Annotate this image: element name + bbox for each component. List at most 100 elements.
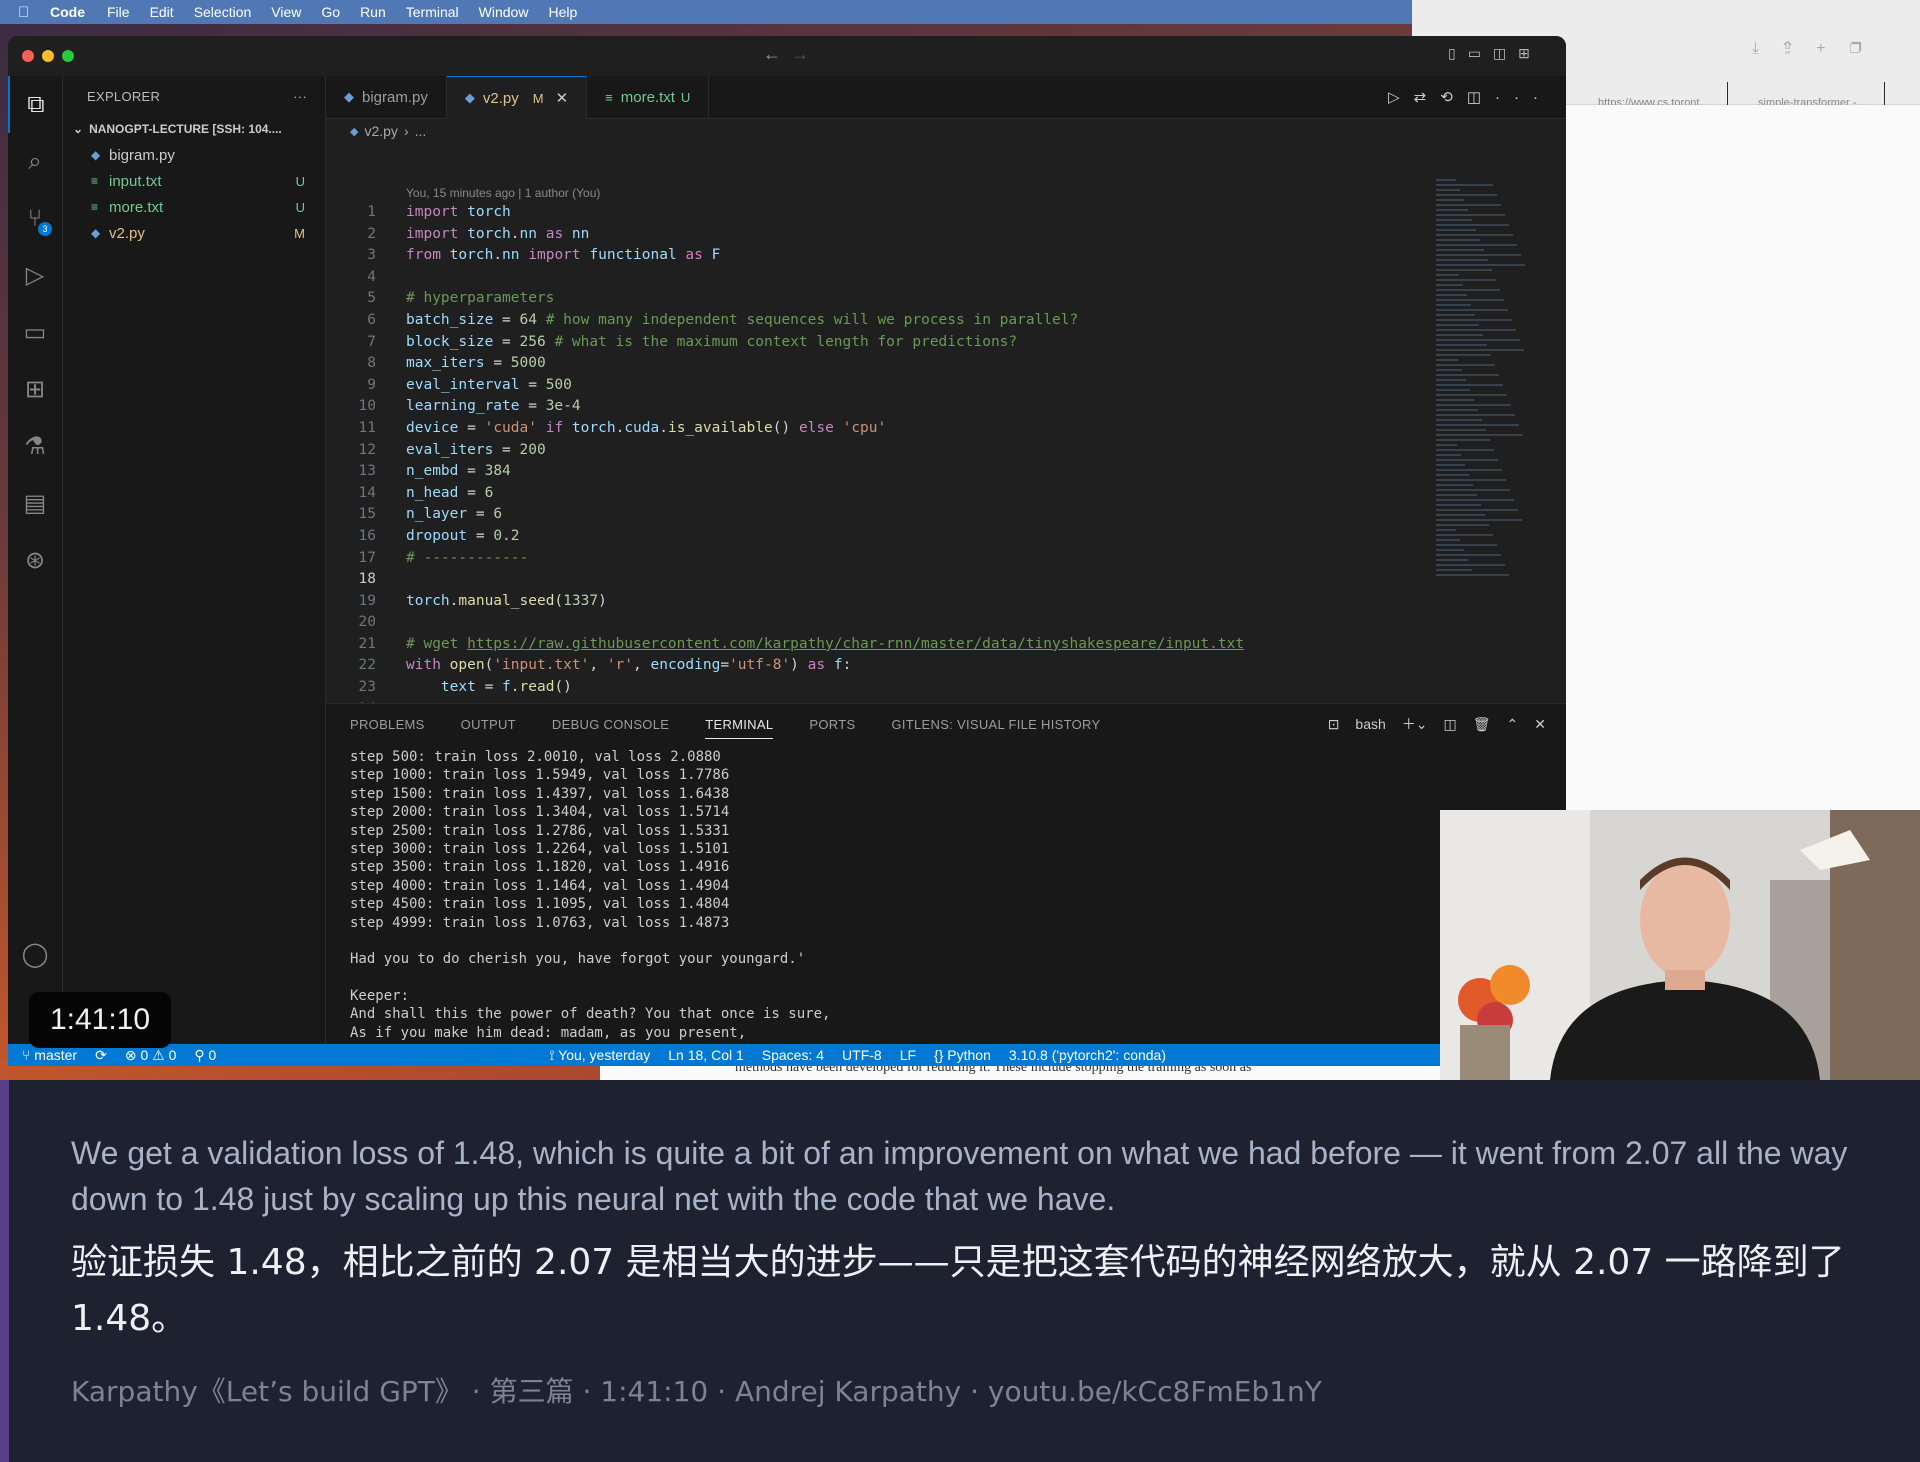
account-icon[interactable]: ◯ <box>8 926 62 983</box>
menu-go[interactable]: Go <box>321 4 340 20</box>
more-actions-icon[interactable]: ··· <box>293 89 307 104</box>
code-line[interactable]: 12 eval_iters = 200 <box>326 440 1426 462</box>
branch-status[interactable]: ⑂ master <box>22 1047 77 1063</box>
code-line[interactable]: 13 n_embd = 384 <box>326 461 1426 483</box>
terminal-output[interactable]: step 500: train loss 2.0010, val loss 2.… <box>350 748 830 1042</box>
code-line[interactable]: 5 # hyperparameters <box>326 288 1426 310</box>
more-actions-icon[interactable]: ··· <box>1495 89 1552 106</box>
menu-terminal[interactable]: Terminal <box>406 4 459 20</box>
code-line[interactable]: 21 # wget https://raw.githubusercontent.c… <box>326 634 1426 656</box>
tab-debug-console[interactable]: DEBUG CONSOLE <box>552 717 669 732</box>
explorer-icon[interactable]: ⧉ <box>8 76 62 133</box>
code-line[interactable]: 23 text = f.read() <box>326 677 1426 699</box>
code-line[interactable]: 20 <box>326 612 1426 634</box>
split-editor-icon[interactable]: ◫ <box>1467 88 1495 106</box>
code-line[interactable]: 19 torch.manual_seed(1337) <box>326 591 1426 613</box>
tab-problems[interactable]: PROBLEMS <box>350 717 425 732</box>
code-line[interactable]: 16 dropout = 0.2 <box>326 526 1426 548</box>
apple-icon[interactable]:  <box>18 4 40 21</box>
browser-toolbar-icons[interactable]: ⤓⇪+❐ <box>1752 40 1886 58</box>
code-line[interactable]: 17 # ------------ <box>326 548 1426 570</box>
navigation-arrows[interactable]: ← → <box>763 44 809 65</box>
interpreter-status[interactable]: 3.10.8 ('pytorch2': conda) <box>1009 1047 1166 1063</box>
menu-edit[interactable]: Edit <box>150 4 174 20</box>
file-item-input[interactable]: ≡ input.txt U <box>63 168 325 194</box>
git-blame-annotation[interactable]: You, 15 minutes ago | 1 author (You) <box>406 186 600 200</box>
code-line[interactable]: 9 eval_interval = 500 <box>326 375 1426 397</box>
open-changes-icon[interactable]: ⟲ <box>1440 88 1467 106</box>
indentation-status[interactable]: Spaces: 4 <box>762 1047 824 1063</box>
webcam-person-image <box>1440 810 1920 1080</box>
minimap-line <box>1436 254 1521 256</box>
split-terminal-icon[interactable]: ◫ <box>1444 716 1457 733</box>
run-debug-icon[interactable]: ▷ <box>8 247 62 304</box>
tab-bigram[interactable]: ◆ bigram.py <box>326 76 447 118</box>
tab-more[interactable]: ≡ more.txt U <box>587 76 710 118</box>
trash-icon[interactable]: 🗑 <box>1473 716 1491 733</box>
ports-status[interactable]: ⚲ 0 <box>194 1047 216 1064</box>
extensions-icon[interactable]: ⊞ <box>8 361 62 418</box>
tab-output[interactable]: OUTPUT <box>461 717 516 732</box>
tab-ports[interactable]: PORTS <box>809 717 855 732</box>
eol-status[interactable]: LF <box>900 1047 916 1063</box>
terminal-actions: ⊡ bash ＋⌄ ◫ 🗑 ⌃ ✕ <box>1328 714 1546 734</box>
code-line[interactable]: 10 learning_rate = 3e-4 <box>326 396 1426 418</box>
code-line[interactable]: 7 block_size = 256 # what is the maximum … <box>326 332 1426 354</box>
code-editor[interactable]: 1 import torch 2 import torch.nn as nn 3 from… <box>326 202 1426 720</box>
sync-icon[interactable]: ⟳ <box>95 1047 107 1064</box>
code-line[interactable]: 4 <box>326 267 1426 289</box>
search-icon[interactable]: ⌕ <box>8 133 62 190</box>
minimize-window-button[interactable] <box>42 50 54 62</box>
menu-run[interactable]: Run <box>360 4 386 20</box>
file-item-more[interactable]: ≡ more.txt U <box>63 194 325 220</box>
close-window-button[interactable] <box>22 50 34 62</box>
notebook-icon[interactable]: ▤ <box>8 475 62 532</box>
language-label: Python <box>947 1047 991 1063</box>
code-line[interactable]: 1 import torch <box>326 202 1426 224</box>
menu-help[interactable]: Help <box>548 4 577 20</box>
tab-terminal[interactable]: TERMINAL <box>705 717 774 739</box>
zoom-window-button[interactable] <box>62 50 74 62</box>
language-status[interactable]: {} Python <box>934 1047 991 1063</box>
encoding-status[interactable]: UTF-8 <box>842 1047 882 1063</box>
new-terminal-icon[interactable]: ＋⌄ <box>1402 714 1428 734</box>
gitlens-icon[interactable]: ⊛ <box>8 532 62 589</box>
compare-changes-icon[interactable]: ⇄ <box>1414 88 1441 106</box>
cursor-position[interactable]: Ln 18, Col 1 <box>668 1047 744 1063</box>
menubar-app-name[interactable]: Code <box>50 4 85 20</box>
code-line[interactable]: 15 n_layer = 6 <box>326 504 1426 526</box>
menu-file[interactable]: File <box>107 4 130 20</box>
menu-selection[interactable]: Selection <box>194 4 252 20</box>
code-line[interactable]: 22 with open('input.txt', 'r', encoding='… <box>326 655 1426 677</box>
tab-v2[interactable]: ◆ v2.py M ✕ <box>446 76 588 119</box>
run-file-icon[interactable]: ▷ <box>1388 88 1414 106</box>
code-line[interactable]: 2 import torch.nn as nn <box>326 224 1426 246</box>
breadcrumb-symbol[interactable]: ... <box>415 123 427 139</box>
menu-window[interactable]: Window <box>479 4 529 20</box>
maximize-panel-icon[interactable]: ⌃ <box>1507 716 1519 733</box>
workspace-folder[interactable]: ⌄ NANOGPT-LECTURE [SSH: 104.... <box>63 116 325 142</box>
layout-toggle-icons[interactable]: ▯▭◫⊞ <box>1448 45 1542 62</box>
code-line[interactable]: 6 batch_size = 64 # how many independent … <box>326 310 1426 332</box>
code-line[interactable]: 3 from torch.nn import functional as F <box>326 245 1426 267</box>
file-item-v2[interactable]: ◆ v2.py M <box>63 220 325 246</box>
terminal-shell-label[interactable]: bash <box>1355 716 1385 732</box>
code-line[interactable]: 8 max_iters = 5000 <box>326 353 1426 375</box>
code-line[interactable]: 14 n_head = 6 <box>326 483 1426 505</box>
code-line[interactable]: 11 device = 'cuda' if torch.cuda.is_avail… <box>326 418 1426 440</box>
tab-gitlens-history[interactable]: GITLENS: VISUAL FILE HISTORY <box>891 717 1100 732</box>
testing-icon[interactable]: ⚗ <box>8 418 62 475</box>
minimap-line <box>1436 199 1464 201</box>
file-item-bigram[interactable]: ◆ bigram.py <box>63 142 325 168</box>
menu-view[interactable]: View <box>271 4 301 20</box>
minimap[interactable] <box>1436 176 1536 646</box>
problems-status[interactable]: ⊗ 0 ⚠ 0 <box>125 1047 177 1064</box>
source-control-icon[interactable]: ⑂ 3 <box>8 190 62 247</box>
close-panel-icon[interactable]: ✕ <box>1534 716 1546 733</box>
close-tab-icon[interactable]: ✕ <box>556 89 569 107</box>
breadcrumb-file[interactable]: v2.py <box>364 123 397 139</box>
code-line[interactable]: 18 <box>326 569 1426 591</box>
remote-explorer-icon[interactable]: ▭ <box>8 304 62 361</box>
blame-status[interactable]: ⟟ You, yesterday <box>549 1047 650 1064</box>
minimap-line <box>1436 429 1486 431</box>
